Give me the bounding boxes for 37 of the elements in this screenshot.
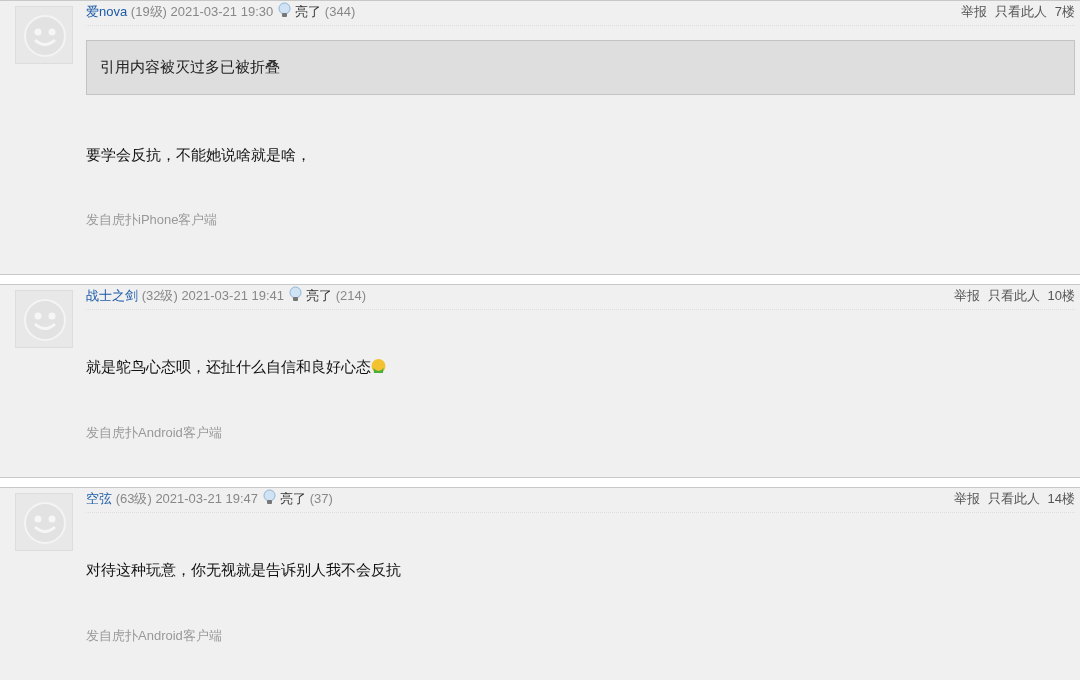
light-count: (37) [309, 491, 333, 506]
avatar[interactable] [15, 6, 73, 64]
floor-number: 14楼 [1047, 490, 1075, 508]
lightbulb-icon [277, 2, 293, 18]
light-link[interactable]: 亮了 [306, 288, 333, 303]
action-link[interactable]: 只看此人 [994, 1, 1047, 25]
user-level: (19级) [130, 4, 167, 19]
light-link[interactable]: 亮了 [280, 491, 307, 506]
username-link[interactable]: 战士之剑 [86, 288, 138, 303]
action-link[interactable]: 只看此人 [987, 285, 1040, 309]
lightbulb-icon [288, 286, 304, 302]
floor-number: 10楼 [1047, 287, 1075, 305]
light-link[interactable]: 亮了 [295, 4, 322, 19]
avatar[interactable] [15, 290, 73, 348]
user-level: (63级) [115, 491, 152, 506]
avatar[interactable] [15, 493, 73, 551]
post-source: 发自虎扑iPhone客户端 [86, 211, 219, 229]
username-link[interactable]: 爱nova [86, 4, 128, 19]
floor-number: 7楼 [1054, 3, 1075, 21]
post-text: 就是鸵鸟心态呗，还扯什么自信和良好心态 [86, 358, 371, 375]
post-time: 2021-03-21 19:41 [181, 288, 285, 303]
username-link[interactable]: 空弦 [86, 491, 112, 506]
user-level: (32级) [141, 288, 178, 303]
post-source: 发自虎扑Android客户端 [86, 423, 223, 442]
action-link[interactable]: 举报 [953, 285, 980, 309]
post-text: 要学会反抗，不能她说啥就是啥， [86, 145, 311, 163]
lightbulb-icon [262, 489, 278, 505]
post-text: 对待这种玩意，你无视就是告诉别人我不会反抗 [86, 561, 401, 578]
post-time: 2021-03-21 19:30 [170, 4, 274, 19]
action-link[interactable]: 举报 [953, 488, 980, 512]
action-link[interactable]: 只看此人 [987, 488, 1040, 512]
light-count: (214) [335, 288, 366, 303]
post-source: 发自虎扑Android客户端 [86, 626, 223, 645]
action-link[interactable]: 举报 [960, 1, 987, 25]
post-time: 2021-03-21 19:47 [155, 491, 259, 506]
light-count: (344) [324, 4, 356, 19]
quote-box: 引用内容被灭过多已被折叠 [86, 40, 1075, 95]
